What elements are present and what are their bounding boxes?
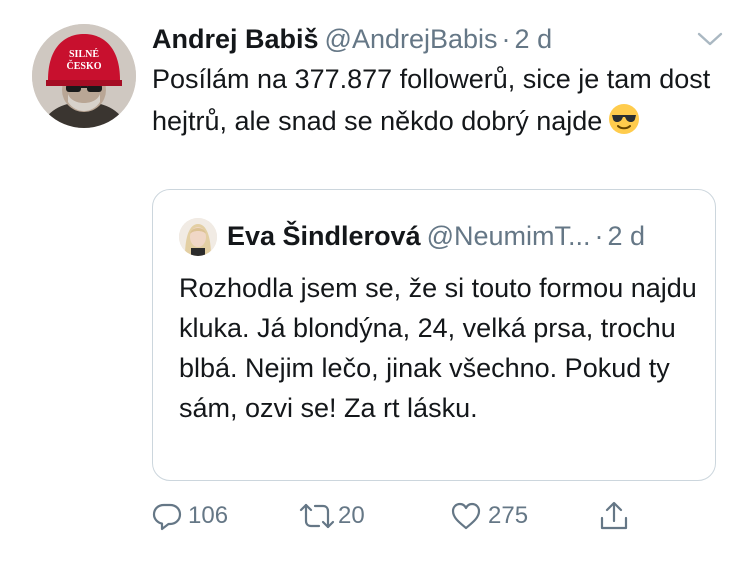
tweet-actions: 106 20 275	[152, 496, 652, 536]
retweet-button[interactable]: 20	[298, 496, 365, 536]
quoted-author-handle[interactable]: @NeumimT...	[427, 221, 591, 251]
retweet-icon	[298, 501, 336, 531]
tweet-timestamp[interactable]: 2 d	[515, 24, 553, 54]
chevron-down-icon[interactable]	[695, 28, 725, 50]
author-avatar[interactable]: SILNÉ ČESKO	[32, 24, 136, 128]
quoted-avatar-image	[179, 218, 217, 256]
share-button[interactable]	[598, 496, 630, 536]
avatar-cap-line1: SILNÉ	[69, 48, 99, 60]
sunglasses-emoji-icon	[608, 103, 640, 135]
header-separator: ·	[501, 24, 511, 54]
reply-button[interactable]: 106	[152, 496, 228, 536]
quoted-tweet-header: Eva Šindlerová @NeumimT... · 2 d	[227, 219, 645, 253]
reply-icon	[152, 501, 182, 531]
like-button[interactable]: 275	[450, 496, 528, 536]
avatar-cap-line2: ČESKO	[66, 59, 101, 72]
retweet-count: 20	[338, 502, 365, 529]
quoted-tweet[interactable]: Eva Šindlerová @NeumimT... · 2 d Rozhodla j…	[152, 189, 716, 481]
share-icon	[598, 500, 630, 532]
tweet-text: Posílám na 377.877 followerů, sice je ta…	[152, 58, 732, 142]
tweet-header: Andrej Babiš @AndrejBabis · 2 d	[152, 22, 552, 56]
author-handle[interactable]: @AndrejBabis	[325, 24, 498, 54]
avatar-image: SILNÉ ČESKO	[32, 24, 136, 128]
quoted-author-avatar[interactable]	[179, 218, 217, 256]
quoted-tweet-text: Rozhodla jsem se, že si touto formou naj…	[179, 273, 697, 423]
like-count: 275	[488, 502, 529, 529]
heart-icon	[450, 501, 482, 531]
author-name[interactable]: Andrej Babiš	[152, 24, 319, 54]
tweet: SILNÉ ČESKO Andrej Babiš @AndrejBabis · 2 d…	[0, 0, 750, 563]
quoted-author-name[interactable]: Eva Šindlerová	[227, 221, 421, 251]
reply-count: 106	[188, 502, 229, 529]
quoted-tweet-timestamp[interactable]: 2 d	[608, 221, 646, 251]
quoted-header-separator: ·	[594, 221, 604, 251]
